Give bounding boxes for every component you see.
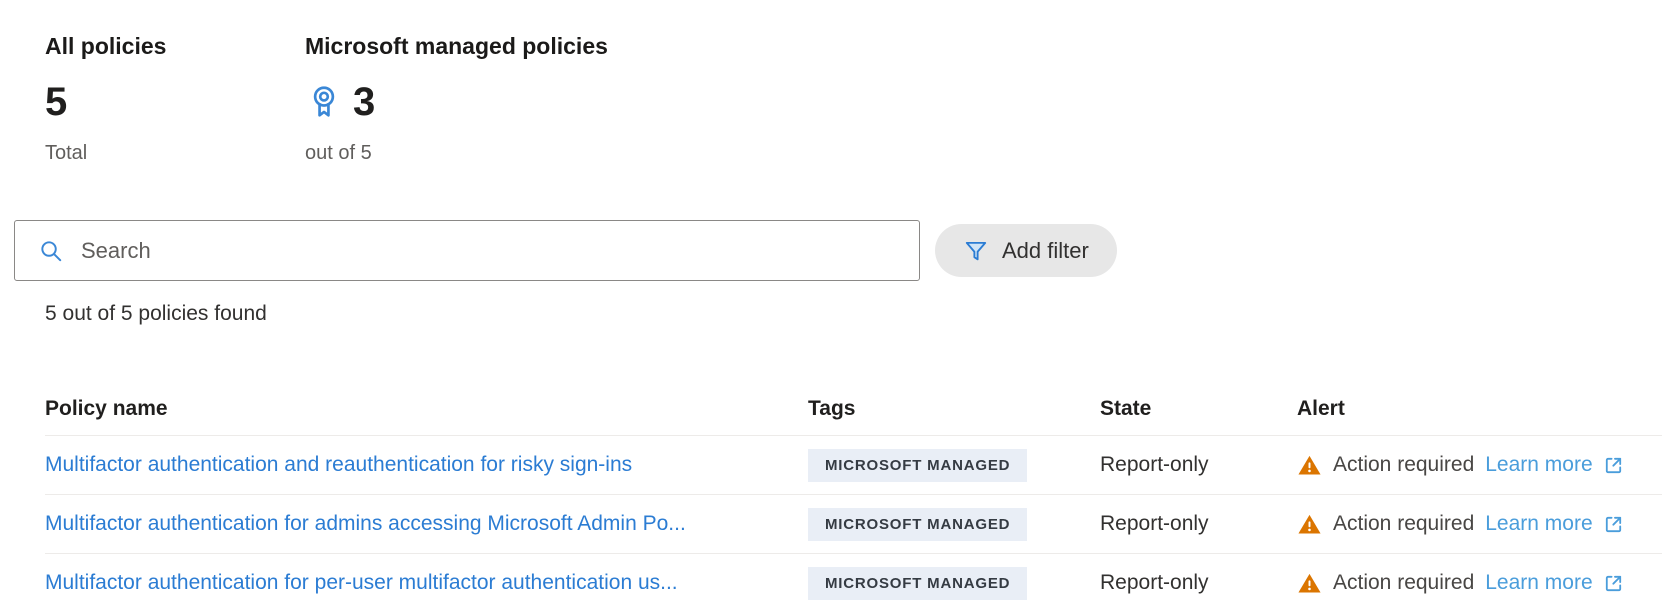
managed-policies-caption: out of 5 <box>305 140 608 166</box>
learn-more-label: Learn more <box>1485 512 1592 536</box>
policies-table: Policy name Tags State Alert Multifactor… <box>45 383 1662 612</box>
policy-name-link[interactable]: Multifactor authentication and reauthent… <box>45 453 808 477</box>
policy-state: Report-only <box>1100 571 1297 595</box>
managed-policies-title: Microsoft managed policies <box>305 30 608 62</box>
ribbon-icon <box>305 83 343 121</box>
table-row: Multifactor authentication for per-user … <box>45 554 1662 612</box>
conditional-access-policies-page: All policies 5 Total Microsoft managed p… <box>0 0 1664 612</box>
policy-state: Report-only <box>1100 512 1297 536</box>
all-policies-card: All policies 5 Total <box>45 30 305 166</box>
all-policies-count: 5 <box>45 78 67 126</box>
learn-more-label: Learn more <box>1485 453 1592 477</box>
microsoft-managed-badge: MICROSOFT MANAGED <box>808 508 1027 541</box>
summary-cards: All policies 5 Total Microsoft managed p… <box>45 30 1664 166</box>
search-input[interactable] <box>14 220 920 281</box>
learn-more-link[interactable]: Learn more <box>1485 512 1624 536</box>
learn-more-link[interactable]: Learn more <box>1485 453 1624 477</box>
funnel-icon <box>963 238 989 264</box>
results-count: 5 out of 5 policies found <box>45 301 1664 327</box>
column-header-policy-name: Policy name <box>45 397 808 421</box>
column-header-alert: Alert <box>1297 397 1662 421</box>
policy-state: Report-only <box>1100 453 1297 477</box>
external-link-icon <box>1602 513 1625 536</box>
alert-text: Action required <box>1333 512 1474 536</box>
learn-more-label: Learn more <box>1485 571 1592 595</box>
toolbar: Add filter <box>14 220 1664 281</box>
search-icon <box>38 238 64 264</box>
warning-triangle-icon <box>1297 453 1322 478</box>
policy-name-link[interactable]: Multifactor authentication for per-user … <box>45 571 808 595</box>
alert-text: Action required <box>1333 571 1474 595</box>
column-header-state: State <box>1100 397 1297 421</box>
column-header-tags: Tags <box>808 397 1100 421</box>
table-header-row: Policy name Tags State Alert <box>45 383 1662 436</box>
external-link-icon <box>1602 454 1625 477</box>
table-row: Multifactor authentication for admins ac… <box>45 495 1662 554</box>
managed-policies-card: Microsoft managed policies 3 out of 5 <box>305 30 608 166</box>
warning-triangle-icon <box>1297 512 1322 537</box>
external-link-icon <box>1602 572 1625 595</box>
search-box <box>14 220 920 281</box>
learn-more-link[interactable]: Learn more <box>1485 571 1624 595</box>
add-filter-button[interactable]: Add filter <box>935 224 1117 277</box>
microsoft-managed-badge: MICROSOFT MANAGED <box>808 567 1027 600</box>
table-row: Multifactor authentication and reauthent… <box>45 436 1662 495</box>
policy-name-link[interactable]: Multifactor authentication for admins ac… <box>45 512 808 536</box>
alert-text: Action required <box>1333 453 1474 477</box>
microsoft-managed-badge: MICROSOFT MANAGED <box>808 449 1027 482</box>
all-policies-caption: Total <box>45 140 305 166</box>
all-policies-title: All policies <box>45 30 305 62</box>
add-filter-label: Add filter <box>1002 238 1089 264</box>
managed-policies-count: 3 <box>353 78 375 126</box>
warning-triangle-icon <box>1297 571 1322 596</box>
